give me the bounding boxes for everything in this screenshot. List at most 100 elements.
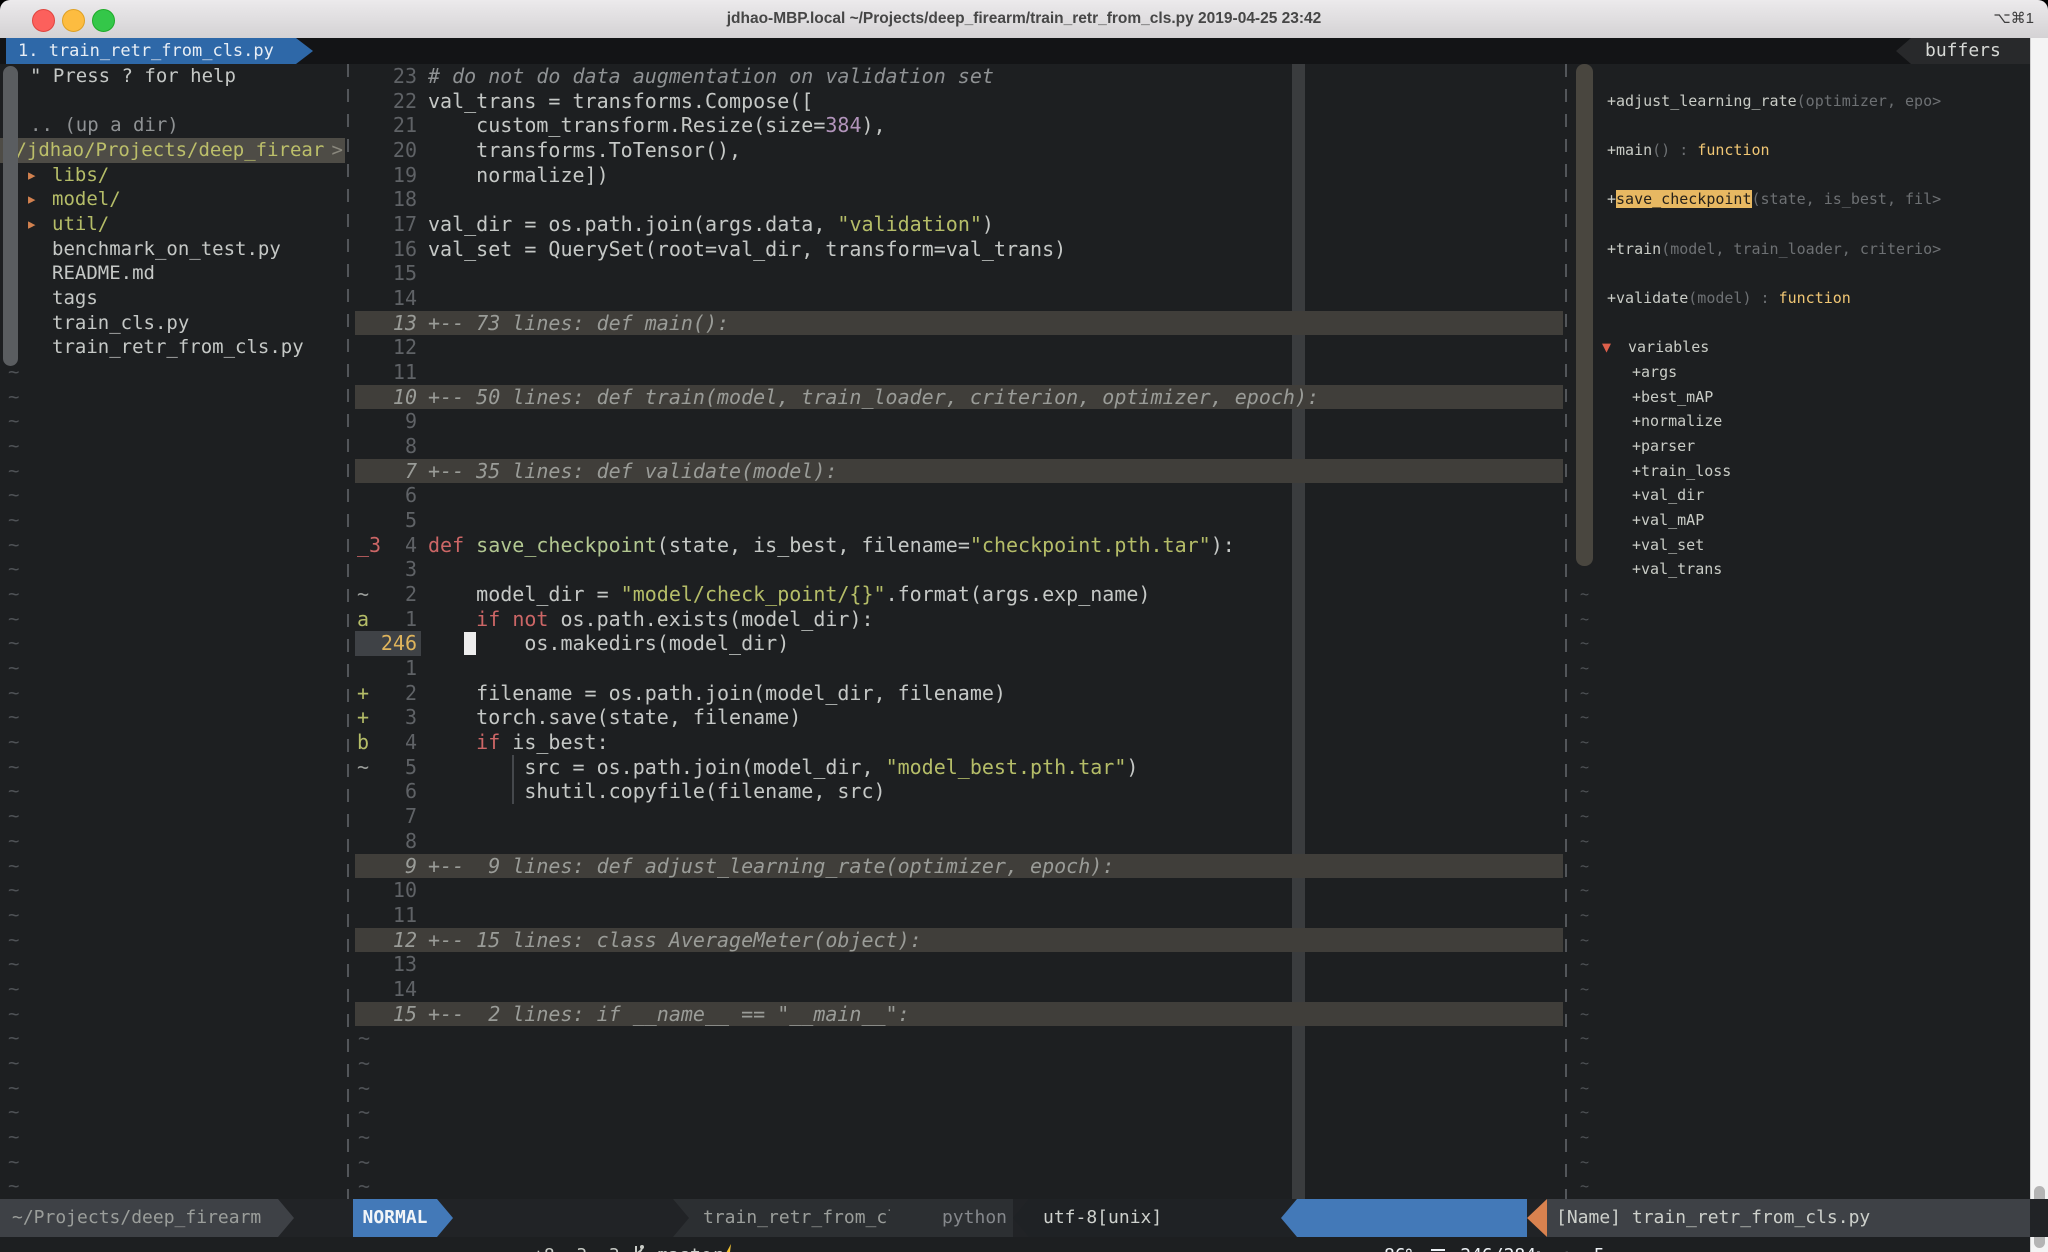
tag-variable-val_trans[interactable]: +val_trans [1575, 557, 2030, 582]
code-line[interactable]: a1 if not os.path.exists(model_dir): [355, 607, 1563, 632]
fold-line[interactable]: 13+-- 73 lines: def main(): [355, 311, 1563, 336]
tag-function-save_checkpoint[interactable]: +save_checkpoint(state, is_best, fil> [1575, 187, 2030, 212]
tag-variable-best_mAP[interactable]: +best_mAP [1575, 385, 2030, 410]
fold-line[interactable]: 7+-- 35 lines: def validate(model): [355, 459, 1563, 484]
code-text: def save_checkpoint(state, is_best, file… [428, 533, 1235, 558]
code-text: val_trans = transforms.Compose([ [428, 89, 813, 114]
tag-variable-normalize[interactable]: +normalize [1575, 409, 2030, 434]
tree-dir-model[interactable]: ▸model/ [0, 187, 345, 212]
code-line[interactable]: 22val_trans = transforms.Compose([ [355, 89, 1563, 114]
code-line[interactable]: 11 [355, 360, 1563, 385]
empty-line-tilde: ~ [1575, 1174, 2030, 1199]
tree-file-benchmark_on_testpy[interactable]: benchmark_on_test.py [0, 237, 345, 262]
tag-variable-args[interactable]: +args [1575, 360, 2030, 385]
code-line[interactable]: 12 [355, 335, 1563, 360]
empty-line-tilde: ~ [0, 409, 345, 434]
fold-line[interactable]: 12+-- 15 lines: class AverageMeter(objec… [355, 928, 1563, 953]
code-line[interactable]: ~5 src = os.path.join(model_dir, "model_… [355, 755, 1563, 780]
code-line[interactable]: 10 [355, 878, 1563, 903]
tag-function-validate[interactable]: +validate(model) : function [1575, 286, 2030, 311]
code-line[interactable]: 14 [355, 977, 1563, 1002]
code-text: src = os.path.join(model_dir, "model_bes… [428, 755, 1138, 780]
empty-line-tilde: ~ [1575, 1150, 2030, 1175]
tag-blank-row [1575, 64, 2030, 89]
tag-kind-header-variables[interactable]: ▼variables [1575, 335, 2030, 360]
tab-shortcut-hint: ⌥⌘1 [1993, 0, 2034, 38]
code-line[interactable]: 17val_dir = os.path.join(args.data, "val… [355, 212, 1563, 237]
code-line[interactable]: 3 [355, 557, 1563, 582]
fold-line[interactable]: 10+-- 50 lines: def train(model, train_l… [355, 385, 1563, 410]
code-text: shutil.copyfile(filename, src) [428, 779, 886, 804]
macos-scrollbar-track[interactable] [2030, 38, 2048, 1252]
code-line[interactable]: 13 [355, 952, 1563, 977]
code-line[interactable]: 8 [355, 829, 1563, 854]
tree-dir-libs[interactable]: ▸libs/ [0, 163, 345, 188]
code-line[interactable]: 23# do not do data augmentation on valid… [355, 64, 1563, 89]
statusline: ~/Projects/deep_firearm NORMAL +8 ~3 -3 … [0, 1199, 2048, 1237]
code-line[interactable]: 15 [355, 261, 1563, 286]
empty-line-tilde: ~ [0, 434, 345, 459]
tree-file-tags[interactable]: tags [0, 286, 345, 311]
tree-dir-util[interactable]: ▸util/ [0, 212, 345, 237]
empty-line-tilde: ~ [1575, 1076, 2030, 1101]
empty-line-tilde: ~ [1575, 854, 2030, 879]
code-line[interactable]: 6 [355, 483, 1563, 508]
tab-active[interactable]: 1. train_retr_from_cls.py [6, 38, 296, 64]
empty-line-tilde: ~ [0, 1174, 345, 1199]
empty-line-tilde: ~ [0, 459, 345, 484]
code-line[interactable]: 246 os.makedirs(model_dir) [355, 631, 1563, 656]
empty-line-tilde: ~ [1575, 928, 2030, 953]
code-line[interactable]: +3 torch.save(state, filename) [355, 705, 1563, 730]
tree-file-train_retr_from_clspy[interactable]: train_retr_from_cls.py [0, 335, 345, 360]
position-segment: 86% 246/284ln : 5 [1297, 1199, 1527, 1237]
fold-line[interactable]: 9+-- 9 lines: def adjust_learning_rate(o… [355, 854, 1563, 879]
fold-line[interactable]: 15+-- 2 lines: if __name__ == "__main__"… [355, 1002, 1563, 1027]
tag-function-train[interactable]: +train(model, train_loader, criterio> [1575, 237, 2030, 262]
empty-line-tilde: ~ [0, 508, 345, 533]
code-line[interactable]: ~2 model_dir = "model/check_point/{}".fo… [355, 582, 1563, 607]
tag-function-main[interactable]: +main() : function [1575, 138, 2030, 163]
empty-line-tilde: ~ [1575, 779, 2030, 804]
empty-line-tilde: ~ [0, 878, 345, 903]
empty-line-tilde: ~ [1575, 878, 2030, 903]
code-line[interactable]: 5 [355, 508, 1563, 533]
code-line[interactable]: 1 [355, 656, 1563, 681]
tree-up-dir[interactable]: .. (up a dir) [0, 113, 345, 138]
code-line[interactable]: 6 shutil.copyfile(filename, src) [355, 779, 1563, 804]
code-line[interactable]: b4 if is_best: [355, 730, 1563, 755]
code-line[interactable]: _34def save_checkpoint(state, is_best, f… [355, 533, 1563, 558]
tag-variable-parser[interactable]: +parser [1575, 434, 2030, 459]
code-line[interactable]: 14 [355, 286, 1563, 311]
code-line[interactable]: 18 [355, 187, 1563, 212]
tag-blank-row [1575, 311, 2030, 336]
code-line[interactable]: 20 transforms.ToTensor(), [355, 138, 1563, 163]
tree-file-train_clspy[interactable]: train_cls.py [0, 311, 345, 336]
code-line[interactable]: 7 [355, 804, 1563, 829]
window-separator-right[interactable] [1565, 64, 1567, 1199]
code-line[interactable]: 8 [355, 434, 1563, 459]
code-editor-pane[interactable]: 23# do not do data augmentation on valid… [355, 64, 1563, 1199]
code-line[interactable]: +2 filename = os.path.join(model_dir, fi… [355, 681, 1563, 706]
code-line[interactable]: 9 [355, 409, 1563, 434]
empty-line-tilde: ~ [0, 1150, 345, 1175]
empty-line-tilde: ~ [0, 829, 345, 854]
tag-variable-val_dir[interactable]: +val_dir [1575, 483, 2030, 508]
tagbar-scrollbar-thumb[interactable] [1576, 64, 1593, 566]
tag-variable-val_set[interactable]: +val_set [1575, 533, 2030, 558]
empty-line-tilde: ~ [1575, 829, 2030, 854]
code-line[interactable]: 11 [355, 903, 1563, 928]
code-text: # do not do data augmentation on validat… [428, 64, 994, 89]
code-line[interactable]: 16val_set = QuerySet(root=val_dir, trans… [355, 237, 1563, 262]
tag-variable-val_mAP[interactable]: +val_mAP [1575, 508, 2030, 533]
tree-file-READMEmd[interactable]: README.md [0, 261, 345, 286]
tag-variable-train_loss[interactable]: +train_loss [1575, 459, 2030, 484]
git-branch: master [657, 1245, 722, 1252]
nerdtree-scrollbar-thumb[interactable] [3, 66, 18, 366]
empty-line-tilde: ~ [0, 656, 345, 681]
buffers-label[interactable]: buffers [1911, 38, 2030, 64]
code-line[interactable]: 19 normalize]) [355, 163, 1563, 188]
tag-function-adjust_learning_rate[interactable]: +adjust_learning_rate(optimizer, epo> [1575, 89, 2030, 114]
tree-root-row[interactable]: </jdhao/Projects/deep_firear> [0, 138, 345, 163]
window-separator-left[interactable] [347, 64, 349, 1199]
code-line[interactable]: 21 custom_transform.Resize(size=384), [355, 113, 1563, 138]
